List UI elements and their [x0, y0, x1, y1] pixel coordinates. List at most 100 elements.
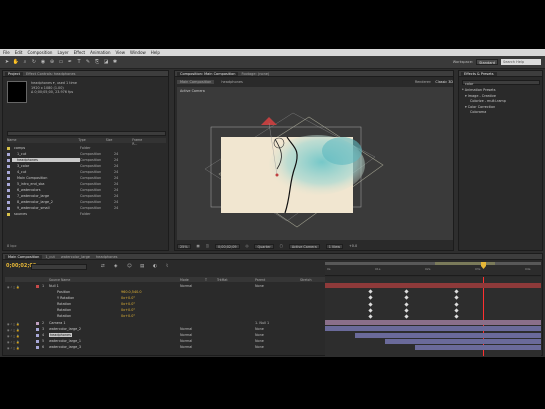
menu-help[interactable]: Help [151, 50, 160, 55]
puppet-tool-icon[interactable]: ✱ [112, 59, 118, 65]
menu-edit[interactable]: Edit [15, 50, 23, 55]
col-stretch[interactable]: Stretch [300, 278, 312, 282]
property-name[interactable]: Position [57, 290, 70, 294]
camera-view-select[interactable]: Active Camera [288, 243, 320, 249]
layer-switches[interactable]: ◉ ♪ ◻ 🔒 [7, 322, 29, 326]
comp-mini-flowchart-icon[interactable]: ⇄ [101, 264, 106, 269]
menu-layer[interactable]: Layer [57, 50, 68, 55]
menu-effect[interactable]: Effect [74, 50, 86, 55]
layer-mode-select[interactable]: Normal [180, 284, 192, 288]
current-time[interactable]: 0;00;02;09 [214, 243, 240, 249]
tab-timeline-watercolor[interactable]: watercolor_large [58, 255, 93, 259]
property-name[interactable]: Rotation [57, 314, 71, 318]
layer-parent-select[interactable]: None [255, 333, 264, 337]
tab-timeline-headphones[interactable]: headphones [93, 255, 121, 259]
property-value[interactable]: 0x+0.0° [121, 314, 135, 318]
layer-name[interactable]: watercolor_large_1 [49, 339, 81, 343]
tab-footage[interactable]: Footage: (none) [238, 72, 272, 76]
layer-name[interactable]: watercolor_large_3 [49, 345, 81, 349]
col-parent[interactable]: Parent [255, 278, 265, 282]
exposure-value[interactable]: +0.0 [349, 244, 357, 248]
clone-tool-icon[interactable]: ⎘ [94, 59, 100, 65]
menu-file[interactable]: File [3, 50, 10, 55]
layer-tracks[interactable] [325, 277, 541, 356]
property-value[interactable]: 0x+0.0° [121, 296, 135, 300]
layer-parent-select[interactable]: 1. Null 1 [255, 321, 269, 325]
camera-target-point[interactable] [275, 173, 279, 177]
layer-name[interactable]: watercolor_large_2 [49, 327, 81, 331]
keyframe-marker[interactable] [404, 308, 409, 313]
layer-label-color[interactable] [36, 340, 39, 344]
keyframe-marker[interactable] [454, 314, 459, 319]
layer-name[interactable]: headphones [49, 333, 72, 337]
property-name[interactable]: Rotation [57, 302, 71, 306]
eraser-tool-icon[interactable]: ◪ [103, 59, 109, 65]
layer-label-color[interactable] [36, 284, 39, 288]
project-item[interactable]: sources Folder [7, 211, 166, 217]
layer-switches[interactable]: ◉ ♪ ◻ 🔒 [7, 334, 29, 338]
keyframe-marker[interactable] [404, 295, 409, 301]
layer-label-color[interactable] [36, 327, 39, 331]
mask-icon[interactable]: ◫ [206, 244, 209, 248]
property-name[interactable]: Y Rotation [57, 296, 74, 300]
tab-timeline-main[interactable]: Main Composition [5, 254, 43, 259]
resolution-select[interactable]: Quarter [254, 243, 274, 249]
keyframe-marker[interactable] [454, 295, 459, 301]
work-area-range[interactable] [435, 262, 495, 265]
tab-composition[interactable]: Composition: Main Composition [177, 71, 239, 76]
grid-icon[interactable]: ▦ [197, 244, 200, 248]
layer-duration-bar[interactable] [385, 338, 541, 344]
layer-duration-bar[interactable] [415, 345, 541, 350]
work-area-bar[interactable] [325, 262, 541, 265]
effects-item[interactable]: Colorama [462, 110, 506, 116]
effects-search-input[interactable]: color [462, 80, 540, 86]
property-value[interactable]: 960.0,540.0 [121, 290, 142, 294]
layer-label-color[interactable] [36, 346, 39, 350]
layer-duration-bar[interactable] [325, 283, 541, 288]
col-mode[interactable]: Mode [180, 278, 189, 282]
keyframe-marker[interactable] [368, 314, 373, 319]
layer-parent-select[interactable]: None [255, 327, 264, 331]
layer-row[interactable]: ◉ ♪ ◻ 🔒 6 watercolor_large_3 Normal None [5, 345, 325, 351]
project-search-input[interactable] [7, 131, 166, 136]
text-tool-icon[interactable]: T [76, 59, 82, 65]
layer-parent-select[interactable]: None [255, 284, 264, 288]
keyframe-marker[interactable] [368, 295, 373, 301]
layer-mode-select[interactable]: Normal [180, 333, 192, 337]
layer-name[interactable]: Null 1 [49, 284, 59, 288]
workspace-select[interactable]: Standard [476, 59, 498, 65]
property-name[interactable]: Rotation [57, 308, 71, 312]
rect-tool-icon[interactable]: ▭ [58, 59, 64, 65]
current-time-indicator[interactable] [481, 262, 486, 276]
menu-view[interactable]: View [116, 50, 126, 55]
snapshot-icon[interactable]: ◎ [246, 244, 249, 248]
property-value[interactable]: 0x+0.0° [121, 302, 135, 306]
arrow-tool-icon[interactable]: ➤ [4, 59, 10, 65]
tab-timeline-1cut[interactable]: 1_cut [42, 255, 58, 259]
rotate-tool-icon[interactable]: ↻ [31, 59, 37, 65]
keyframe-marker[interactable] [404, 314, 409, 319]
keyframe-marker[interactable] [454, 308, 459, 313]
col-size[interactable]: Size [106, 138, 113, 143]
roi-icon[interactable]: ▢ [280, 244, 283, 248]
layer-duration-bar[interactable] [325, 320, 541, 326]
layer-switches[interactable]: ◉ ♪ ◻ 🔒 [7, 346, 29, 350]
col-frame-rate[interactable]: Frame R... [132, 138, 146, 146]
keyframe-marker[interactable] [368, 289, 373, 294]
timeline-search-input[interactable] [31, 264, 87, 270]
pen-tool-icon[interactable]: ✒ [67, 59, 73, 65]
zoom-select[interactable]: 25% [177, 243, 191, 249]
layer-mode-select[interactable]: Normal [180, 339, 192, 343]
keyframe-marker[interactable] [404, 289, 409, 294]
brush-tool-icon[interactable]: ✎ [85, 59, 91, 65]
menu-composition[interactable]: Composition [27, 50, 52, 55]
motion-blur-icon[interactable]: ◐ [153, 264, 158, 269]
layer-switches[interactable] [7, 297, 29, 300]
layer-switches[interactable]: ◉ ♪ ◻ 🔒 [7, 285, 29, 289]
col-trkmat[interactable]: TrkMat [217, 278, 228, 282]
time-ruler[interactable]: 0s 01s 02s 03s 04s [325, 262, 541, 276]
frame-blending-icon[interactable]: ▤ [140, 264, 145, 269]
layer-label-color[interactable] [36, 321, 39, 325]
property-value[interactable]: 0x+0.0° [121, 308, 135, 312]
layer-switches[interactable]: ◉ ♪ ◻ 🔒 [7, 340, 29, 344]
